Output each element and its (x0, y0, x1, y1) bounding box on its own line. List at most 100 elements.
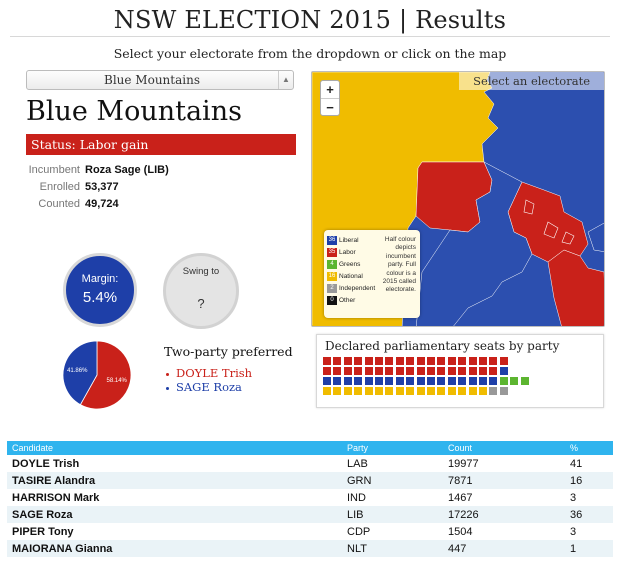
zoom-out-button[interactable]: − (321, 99, 339, 116)
legend-item: 16 National (327, 272, 375, 284)
electorate-dropdown[interactable]: Blue Mountains ▲ (26, 70, 294, 90)
percent-cell: 3 (570, 491, 577, 504)
table-row: TASIRE Alandra GRN 7871 16 (7, 472, 613, 489)
seat-square (427, 387, 435, 395)
enrolled-row: Enrolled 53,377 (26, 181, 296, 198)
seat-square (385, 357, 394, 365)
seat-square (395, 367, 404, 375)
margin-label: Margin: (81, 273, 119, 285)
seat-square (395, 357, 404, 365)
count-cell: 1504 (448, 525, 473, 538)
electorate-name: Blue Mountains (26, 96, 242, 127)
party-cell: NLT (342, 540, 443, 557)
enrolled-label: Enrolled (39, 181, 80, 193)
seat-square (489, 367, 498, 375)
seat-square (437, 377, 446, 385)
legend-swatch: 16 (327, 272, 337, 281)
seat-square (499, 367, 508, 375)
seat-square (447, 357, 456, 365)
seat-square (458, 377, 467, 385)
page-subtitle: Select your electorate from the dropdown… (113, 46, 507, 61)
seat-square (437, 387, 446, 395)
results-body: DOYLE Trish LAB 19977 41 TASIRE Alandra GRN 78… (7, 455, 613, 557)
table-row: PIPER Tony CDP 1504 3 (7, 523, 613, 540)
seat-square (447, 387, 456, 395)
count-cell: 447 (443, 540, 565, 557)
map-prompt: Select an electorate (459, 72, 604, 90)
results-header-row: Candidate Party Count % (7, 441, 613, 455)
seat-square (437, 367, 446, 375)
legend-swatch: 35 (327, 248, 337, 257)
seat-square (406, 367, 415, 375)
two-party-pie-chart: 58.14% 41.86% (62, 340, 132, 410)
table-row: DOYLE Trish LAB 19977 41 (7, 455, 613, 472)
seat-square (323, 377, 331, 385)
chevron-down-icon[interactable]: ▲ (278, 71, 293, 89)
seat-square (468, 367, 477, 375)
seat-square (499, 377, 508, 385)
seat-square (375, 357, 383, 365)
seat-square (416, 357, 425, 365)
two-party-item-label: SAGE Roza (176, 380, 242, 394)
seat-square (323, 387, 331, 395)
table-row: MAIORANA Gianna NLT 447 1 (7, 540, 613, 557)
seats-title: Declared parliamentary seats by party (325, 339, 560, 353)
map-legend: 36 Liberal 35 Labor 4 Greens 16 National 2 Indepe… (324, 230, 420, 318)
seat-square (364, 367, 373, 375)
seat-square (385, 387, 394, 395)
seat-square (343, 377, 352, 385)
percent-cell: 41 (570, 457, 583, 470)
legend-item: 4 Greens (327, 260, 375, 272)
counted-row: Counted 49,724 (26, 198, 296, 215)
seat-square (375, 387, 383, 395)
party-cell: LIB (342, 506, 443, 523)
seat-square (375, 367, 383, 375)
seat-square (510, 377, 519, 385)
legend-item: 2 Independent (327, 284, 375, 296)
header-party: Party (342, 441, 443, 455)
electorate-map[interactable]: + − Select an electorate 36 Liberal 35 Labo… (311, 71, 605, 327)
counted-value: 49,724 (85, 198, 119, 210)
count-cell: 17226 (443, 506, 565, 523)
count-cell: 7871 (443, 472, 565, 489)
legend-item: 36 Liberal (327, 236, 375, 248)
header-percent: % (565, 441, 613, 455)
legend-item: 0 Other (327, 296, 375, 308)
legend-label: Other (339, 297, 356, 305)
seat-square (375, 377, 383, 385)
results-table: Candidate Party Count % DOYLE Trish LAB 19… (7, 441, 613, 557)
seat-square (499, 357, 508, 365)
swing-label: Swing to (182, 266, 220, 277)
party-cell: GRN (342, 472, 443, 489)
seat-square (333, 387, 342, 395)
incumbent-row: Incumbent Roza Sage (LIB) (26, 164, 296, 181)
counted-label: Counted (38, 198, 80, 210)
seat-square (364, 377, 373, 385)
candidate-cell: HARRISON Mark (12, 491, 100, 504)
two-party-item-doyle: DOYLE Trish (166, 366, 252, 380)
seat-square (458, 367, 467, 375)
table-row: SAGE Roza LIB 17226 36 (7, 506, 613, 523)
seat-square (343, 367, 352, 375)
legend-item: 35 Labor (327, 248, 375, 260)
zoom-in-button[interactable]: + (321, 81, 339, 99)
seat-square (406, 357, 415, 365)
candidate-cell: DOYLE Trish (12, 457, 80, 470)
seat-square (427, 367, 435, 375)
electorate-dropdown-value: Blue Mountains (104, 73, 200, 87)
percent-cell: 36 (565, 506, 613, 523)
seat-square (447, 367, 456, 375)
legend-label: Independent (339, 285, 376, 293)
incumbent-value: Roza Sage (LIB) (85, 164, 169, 176)
seat-square (323, 357, 331, 365)
status-badge: Status: Labor gain (26, 134, 296, 155)
map-legend-note: Half colour depicts incumbent party. Ful… (382, 236, 416, 294)
seat-square (489, 387, 498, 395)
seat-square (354, 377, 363, 385)
candidate-cell: MAIORANA Gianna (7, 540, 342, 557)
party-cell: IND (347, 491, 366, 504)
percent-cell: 1 (565, 540, 613, 557)
title-divider (10, 36, 610, 37)
seat-square (323, 367, 331, 375)
table-row: HARRISON Mark IND 1467 3 (7, 489, 613, 506)
